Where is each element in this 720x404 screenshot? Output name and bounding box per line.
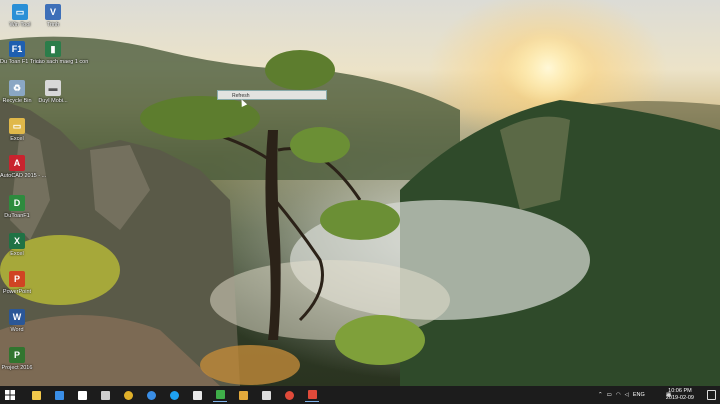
desktop-icon-label: PowerPoint (2, 289, 32, 295)
calculator-icon (261, 390, 271, 400)
desktop-icon-dutoanf1[interactable]: D DuToanF1 (0, 195, 34, 220)
desktop-icon-du-toan-f1-trial[interactable]: F1 Du Toan F1 Trial (0, 41, 41, 66)
media-icon (192, 390, 202, 400)
desktop-icon-excel[interactable]: X Excel (0, 233, 34, 258)
battery-icon[interactable]: ▭ (607, 392, 612, 398)
chrome-icon (284, 390, 294, 400)
desktop-icon-label: Trinh (46, 22, 60, 28)
excel-icon: X (9, 233, 25, 249)
app-icon: V (45, 4, 61, 20)
project-icon: P (9, 347, 25, 363)
taskbar-media[interactable] (190, 388, 204, 402)
desktop-icon-label: cao sach maeg 1 con (36, 59, 89, 65)
mail-icon (77, 390, 87, 400)
file-explorer-icon (31, 390, 41, 400)
clock-time: 10:06 PM (668, 388, 692, 394)
taskbar-paint[interactable] (236, 388, 250, 402)
desktop-icon-word[interactable]: W Word (0, 309, 34, 334)
file-icon: ▬ (45, 80, 61, 96)
folder-icon: ▭ (9, 118, 25, 134)
wifi-icon[interactable]: ◠ (616, 392, 621, 398)
desktop-icon-duyi-mobi[interactable]: ▬ DuyI Mobi... (36, 80, 70, 105)
recycle-bin-icon: ♻ (9, 80, 25, 96)
notification-center-icon[interactable] (707, 390, 716, 400)
clock-date: 2019-02-09 (665, 394, 694, 401)
taskbar-clock[interactable]: 10:06 PM 2019-02-09 (666, 388, 694, 401)
network-icon (100, 390, 110, 400)
desktop-icon-label: Excel (10, 251, 24, 257)
desktop-icon-excel-folder[interactable]: ▭ Excel (0, 118, 34, 143)
chrome-icon (123, 390, 133, 400)
desktop-icon-label: Du Toan F1 Trial (0, 59, 41, 65)
language-indicator[interactable]: ENG (633, 392, 645, 398)
dutoan-icon: D (9, 195, 25, 211)
desktop[interactable]: ▭ Win Tool V Trinh F1 Du Toan F1 Trial ▮… (0, 0, 720, 386)
taskbar-camtasia[interactable] (213, 388, 227, 402)
windows-start-icon (5, 390, 15, 400)
desktop-icon-trinh[interactable]: V Trinh (36, 4, 70, 29)
camtasia-icon (215, 390, 225, 399)
taskbar-chrome[interactable] (121, 388, 135, 402)
system-tray: ⌃ ▭ ◠ ◁ ENG (598, 386, 645, 404)
recorder-icon (307, 390, 317, 399)
taskbar-skype[interactable] (167, 388, 181, 402)
estimate-app-icon: F1 (9, 41, 25, 57)
wallpaper (0, 28, 720, 386)
computer-icon: ▭ (12, 4, 28, 20)
desktop-icon-label: Excel (10, 136, 24, 142)
desktop-icon-cao-sach[interactable]: ▮ cao sach maeg 1 con (36, 41, 89, 66)
desktop-icon-win-tool[interactable]: ▭ Win Tool (3, 4, 37, 29)
desktop-icon-label: Recycle Bin (2, 98, 32, 104)
paint-icon (238, 390, 248, 400)
chevron-up-icon[interactable]: ⌃ (598, 392, 603, 398)
desktop-icon-label: Word (10, 327, 24, 333)
desktop-icon-autocad[interactable]: A AutoCAD 2015 - ... (0, 155, 47, 180)
desktop-icon-project[interactable]: P Project 2016 (0, 347, 34, 372)
taskbar-file-explorer[interactable] (29, 388, 43, 402)
taskbar-store[interactable] (52, 388, 66, 402)
volume-icon[interactable]: ◁ (625, 392, 629, 398)
edge-icon (146, 390, 156, 400)
context-refresh-item[interactable]: Refresh (217, 90, 327, 100)
desktop-icon-label: AutoCAD 2015 - ... (0, 173, 47, 179)
desktop-icon-powerpoint[interactable]: P PowerPoint (0, 271, 34, 296)
taskbar-chrome-2[interactable] (282, 388, 296, 402)
start-button[interactable] (3, 388, 17, 402)
document-icon: ▮ (45, 41, 61, 57)
taskbar-recorder[interactable] (305, 388, 319, 402)
word-icon: W (9, 309, 25, 325)
desktop-icon-label: Project 2016 (1, 365, 33, 371)
desktop-icon-label: DuyI Mobi... (38, 98, 68, 104)
taskbar-network[interactable] (98, 388, 112, 402)
taskbar-edge[interactable] (144, 388, 158, 402)
skype-icon (169, 390, 179, 400)
store-icon (54, 390, 64, 400)
desktop-icon-label: Win Tool (9, 22, 31, 28)
taskbar: ⌃ ▭ ◠ ◁ ENG ▦ 10:06 PM 2019-02-09 (0, 386, 720, 404)
powerpoint-icon: P (9, 271, 25, 287)
taskbar-mail[interactable] (75, 388, 89, 402)
desktop-icon-recycle-bin[interactable]: ♻ Recycle Bin (0, 80, 34, 105)
desktop-icon-label: DuToanF1 (4, 213, 30, 219)
taskbar-calculator[interactable] (259, 388, 273, 402)
autocad-icon: A (9, 155, 25, 171)
